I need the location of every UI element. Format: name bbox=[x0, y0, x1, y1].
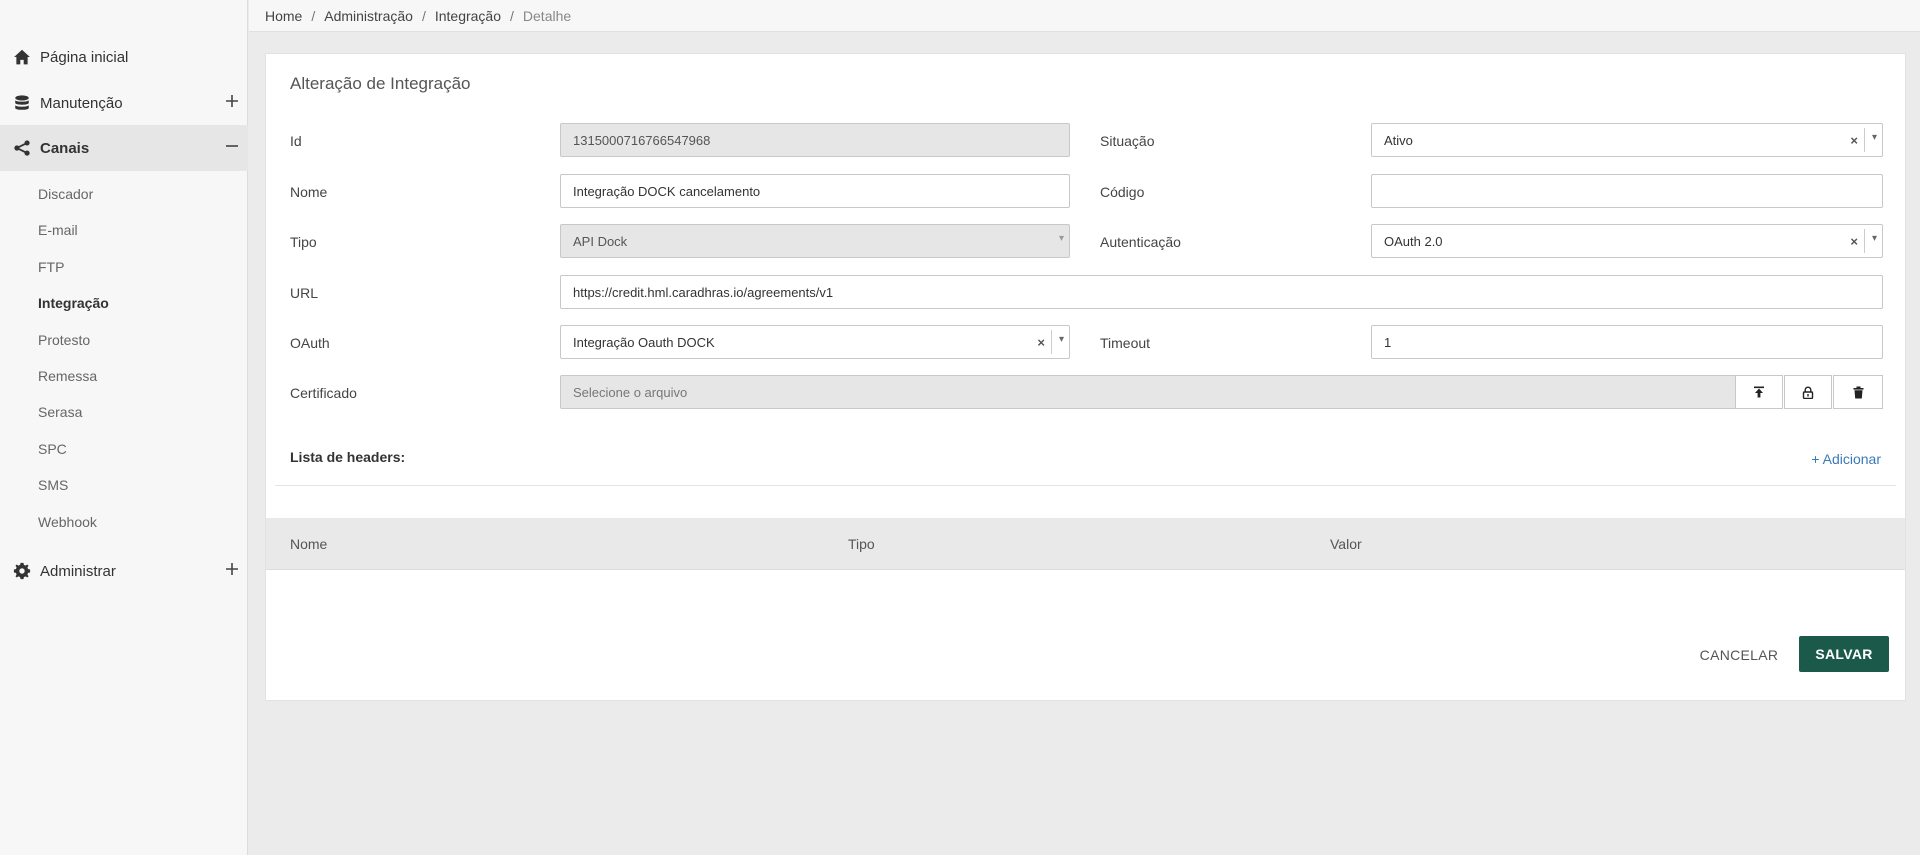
certificado-placeholder: Selecione o arquivo bbox=[573, 384, 688, 400]
sidebar-item-manutencao[interactable]: Manutenção bbox=[0, 80, 248, 126]
column-header-tipo: Tipo bbox=[848, 536, 875, 552]
id-field: 1315000716766547968 bbox=[560, 123, 1070, 157]
chevron-down-icon[interactable]: ▾ bbox=[1872, 132, 1877, 143]
certificado-file-input[interactable]: Selecione o arquivo bbox=[560, 375, 1736, 409]
codigo-field[interactable] bbox=[1371, 174, 1883, 208]
lock-button[interactable] bbox=[1784, 375, 1832, 409]
certificado-actions bbox=[1735, 375, 1883, 409]
oauth-select[interactable]: Integração Oauth DOCK × ▾ bbox=[560, 325, 1070, 359]
sidebar-item-home[interactable]: Página inicial bbox=[0, 34, 248, 80]
sidebar: Página inicial Manutenção Canais Discado… bbox=[0, 0, 248, 855]
nome-value: Integração DOCK cancelamento bbox=[573, 183, 761, 199]
situacao-select[interactable]: Ativo × ▾ bbox=[1371, 123, 1883, 157]
sidebar-item-email[interactable]: E-mail bbox=[38, 222, 78, 238]
oauth-value: Integração Oauth DOCK bbox=[573, 334, 715, 350]
url-field[interactable]: https://credit.hml.caradhras.io/agreemen… bbox=[560, 275, 1883, 309]
tipo-select: API Dock ▾ bbox=[560, 224, 1070, 258]
delete-button[interactable] bbox=[1833, 375, 1883, 409]
timeout-value: 1 bbox=[1384, 334, 1392, 350]
breadcrumb-home[interactable]: Home bbox=[265, 8, 302, 24]
sidebar-item-canais[interactable]: Canais bbox=[0, 125, 248, 171]
breadcrumb: Home / Administração / Integração / Deta… bbox=[249, 0, 1920, 32]
sidebar-item-ftp[interactable]: FTP bbox=[38, 259, 64, 275]
nome-label: Nome bbox=[290, 184, 328, 200]
certificado-label: Certificado bbox=[290, 385, 357, 401]
situacao-label: Situação bbox=[1100, 133, 1155, 149]
gear-icon bbox=[13, 562, 31, 580]
save-button[interactable]: SALVAR bbox=[1799, 636, 1889, 672]
oauth-label: OAuth bbox=[290, 335, 330, 351]
situacao-value: Ativo bbox=[1384, 132, 1413, 148]
plus-icon[interactable] bbox=[224, 93, 240, 109]
id-label: Id bbox=[290, 133, 302, 149]
sidebar-item-serasa[interactable]: Serasa bbox=[38, 404, 82, 420]
integration-form-card: Alteração de Integração Id 1315000716766… bbox=[265, 53, 1906, 701]
page-title: Alteração de Integração bbox=[290, 74, 471, 93]
home-icon bbox=[14, 49, 30, 65]
headers-list-label: Lista de headers: bbox=[290, 449, 406, 465]
nome-field[interactable]: Integração DOCK cancelamento bbox=[560, 174, 1070, 208]
timeout-label: Timeout bbox=[1100, 335, 1151, 351]
breadcrumb-separator: / bbox=[510, 7, 514, 24]
sidebar-item-label: Administrar bbox=[40, 562, 116, 580]
chevron-down-icon[interactable]: ▾ bbox=[1059, 334, 1064, 345]
autenticacao-label: Autenticação bbox=[1100, 234, 1181, 250]
sidebar-item-protesto[interactable]: Protesto bbox=[38, 332, 90, 348]
select-divider bbox=[1864, 128, 1865, 152]
breadcrumb-integracao[interactable]: Integração bbox=[435, 8, 501, 24]
breadcrumb-separator: / bbox=[421, 7, 426, 24]
sidebar-item-spc[interactable]: SPC bbox=[38, 441, 67, 457]
upload-icon bbox=[1754, 386, 1764, 398]
breadcrumb-administracao[interactable]: Administração bbox=[324, 8, 413, 24]
clear-icon[interactable]: × bbox=[1850, 234, 1858, 249]
timeout-field[interactable]: 1 bbox=[1371, 325, 1883, 359]
chevron-down-icon[interactable]: ▾ bbox=[1872, 233, 1877, 244]
select-divider bbox=[1864, 229, 1865, 253]
sidebar-item-integracao[interactable]: Integração bbox=[38, 295, 109, 311]
cancel-button[interactable]: CANCELAR bbox=[1691, 638, 1787, 672]
id-value: 1315000716766547968 bbox=[573, 132, 711, 148]
minus-icon[interactable] bbox=[224, 138, 240, 154]
select-divider bbox=[1051, 330, 1052, 354]
trash-icon bbox=[1853, 386, 1863, 398]
url-value: https://credit.hml.caradhras.io/agreemen… bbox=[573, 284, 834, 300]
lock-icon bbox=[1802, 386, 1814, 399]
sidebar-item-label: Canais bbox=[40, 139, 90, 157]
breadcrumb-detalhe: Detalhe bbox=[522, 7, 572, 24]
database-icon bbox=[15, 95, 29, 110]
tipo-label: Tipo bbox=[290, 234, 317, 250]
share-icon bbox=[14, 140, 30, 156]
sidebar-item-administrar[interactable]: Administrar bbox=[0, 548, 248, 594]
add-header-link[interactable]: + Adicionar bbox=[1811, 451, 1881, 467]
autenticacao-select[interactable]: OAuth 2.0 × ▾ bbox=[1371, 224, 1883, 258]
plus-icon[interactable] bbox=[224, 561, 240, 577]
sidebar-item-sms[interactable]: SMS bbox=[38, 477, 68, 493]
clear-icon[interactable]: × bbox=[1037, 335, 1045, 350]
chevron-down-icon: ▾ bbox=[1058, 233, 1064, 244]
sidebar-item-webhook[interactable]: Webhook bbox=[38, 514, 97, 530]
column-header-valor: Valor bbox=[1330, 536, 1362, 552]
breadcrumb-separator: / bbox=[311, 7, 316, 24]
tipo-value: API Dock bbox=[573, 233, 628, 249]
headers-table-header: Nome Tipo Valor bbox=[266, 518, 1905, 570]
codigo-label: Código bbox=[1100, 184, 1145, 200]
sidebar-item-label: Manutenção bbox=[40, 94, 123, 112]
column-header-nome: Nome bbox=[290, 536, 328, 552]
autenticacao-value: OAuth 2.0 bbox=[1384, 233, 1443, 249]
sidebar-item-discador[interactable]: Discador bbox=[38, 186, 93, 202]
sidebar-item-label: Página inicial bbox=[40, 48, 129, 66]
divider bbox=[275, 485, 1896, 486]
sidebar-item-remessa[interactable]: Remessa bbox=[38, 368, 97, 384]
url-label: URL bbox=[290, 285, 319, 301]
clear-icon[interactable]: × bbox=[1850, 133, 1858, 148]
upload-button[interactable] bbox=[1735, 375, 1783, 409]
